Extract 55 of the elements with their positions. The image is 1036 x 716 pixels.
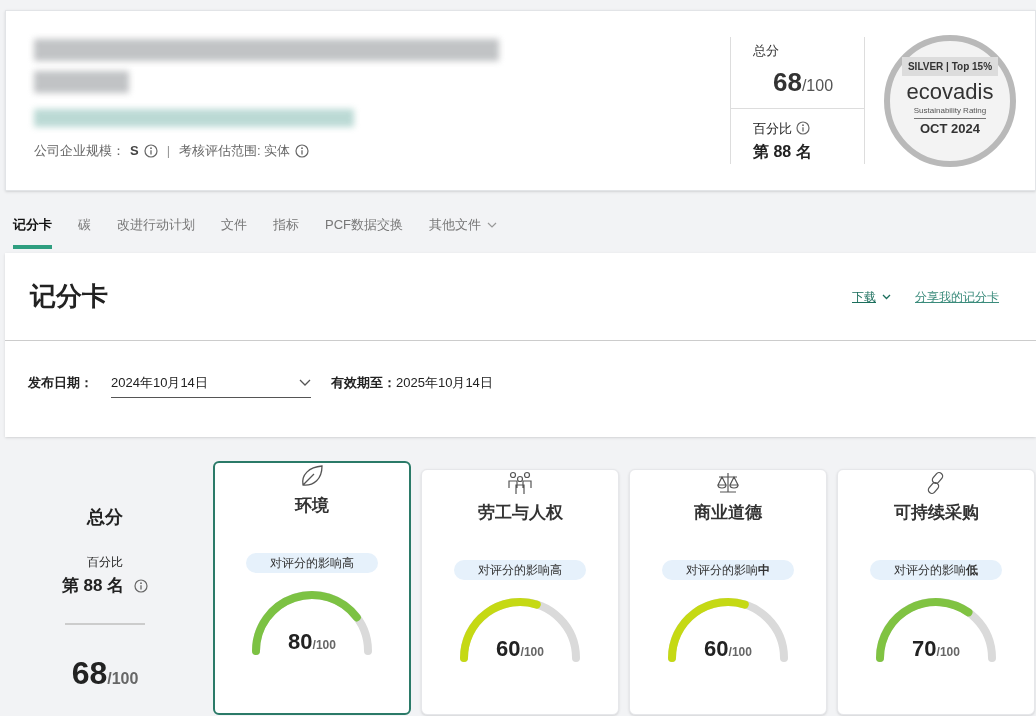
info-icon[interactable] — [143, 143, 158, 158]
chevron-down-icon — [882, 293, 891, 300]
theme-card[interactable]: 可持续采购 对评分的影响低 70/100 — [837, 469, 1035, 715]
tab[interactable]: 文件 — [221, 215, 247, 249]
company-size-label: 公司企业规模： — [34, 142, 125, 160]
badge-caption: Sustainability Rating — [913, 104, 987, 119]
info-icon[interactable] — [295, 143, 310, 158]
theme-card[interactable]: 环境 对评分的影响高 80/100 — [213, 461, 411, 715]
badge-date: OCT 2024 — [920, 119, 980, 138]
leaf-icon — [299, 463, 325, 489]
tab[interactable]: 碳 — [78, 215, 91, 249]
info-icon[interactable] — [134, 578, 149, 593]
overall-title: 总分 — [87, 506, 123, 529]
percentile-label: 百分比 — [753, 119, 792, 138]
theme-name: 劳工与人权 — [477, 502, 563, 524]
tab[interactable]: 其他文件 — [429, 215, 497, 249]
share-link[interactable]: 分享我的记分卡 — [915, 287, 999, 306]
download-link[interactable]: 下载 — [852, 287, 891, 306]
tab[interactable]: 指标 — [273, 215, 299, 249]
theme-score: 80/100 — [287, 627, 337, 656]
impact-tag: 对评分的影响低 — [870, 559, 1002, 580]
chevron-down-icon — [299, 379, 311, 387]
impact-tag: 对评分的影响中 — [662, 559, 794, 580]
tab[interactable]: 记分卡 — [13, 215, 52, 249]
theme-name: 商业道德 — [694, 502, 762, 524]
tab[interactable]: PCF数据交换 — [325, 215, 403, 249]
overall-score: 68/100 — [71, 653, 139, 693]
theme-score: 60/100 — [495, 634, 545, 663]
info-icon[interactable] — [796, 121, 810, 136]
total-score-label: 总分 — [753, 42, 780, 60]
publish-date-select[interactable]: 2024年10月14日 — [111, 373, 311, 398]
overall-rank: 第 88 名 — [61, 575, 125, 597]
tab[interactable]: 改进行动计划 — [117, 215, 195, 249]
valid-until-date: 2025年10月14日 — [396, 373, 493, 392]
separator: | — [166, 142, 171, 160]
rank-value: 第 88 名 — [753, 142, 813, 162]
theme-name: 环境 — [295, 495, 329, 517]
overall-percentile-label: 百分比 — [87, 554, 123, 571]
people-icon — [506, 470, 534, 496]
impact-tag: 对评分的影响高 — [246, 552, 378, 573]
theme-score: 60/100 — [703, 634, 753, 663]
total-score-value: 68/100 — [772, 65, 835, 99]
theme-score: 70/100 — [911, 634, 961, 663]
impact-tag: 对评分的影响高 — [454, 559, 586, 580]
valid-until-label: 有效期至： — [331, 373, 396, 392]
scorecard-title: 记分卡 — [30, 280, 109, 313]
badge-brand: ecovadis — [906, 78, 994, 105]
badge-tier: SILVER | Top 15% — [901, 56, 999, 76]
theme-card[interactable]: 劳工与人权 对评分的影响高 60/100 — [421, 469, 619, 715]
scales-icon — [715, 470, 741, 496]
theme-card[interactable]: 商业道德 对评分的影响中 60/100 — [629, 469, 827, 715]
theme-name: 可持续采购 — [893, 502, 979, 524]
publish-date-label: 发布日期： — [28, 373, 93, 392]
company-size-value: S — [130, 142, 139, 160]
scope-label: 考核评估范围: 实体 — [179, 142, 291, 160]
